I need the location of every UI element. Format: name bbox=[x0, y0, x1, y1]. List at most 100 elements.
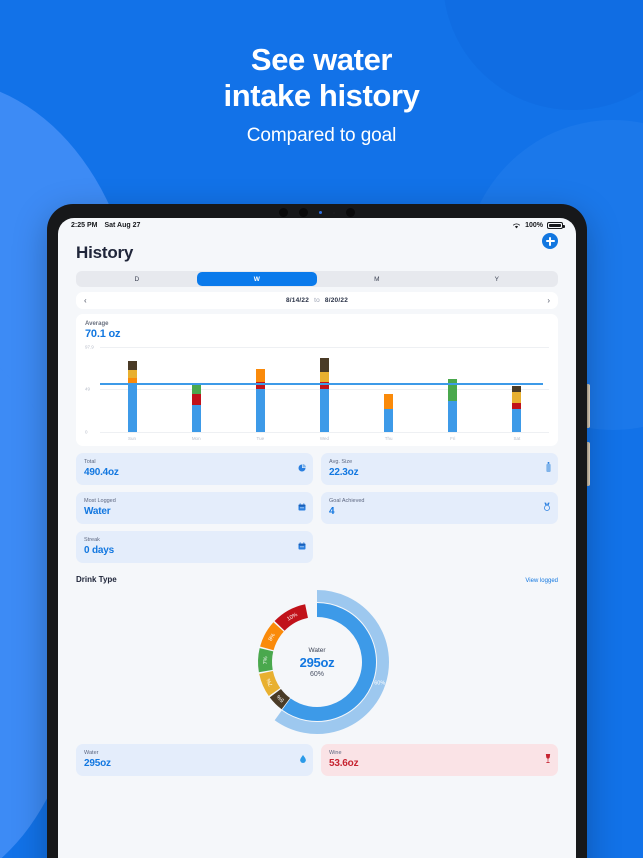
stat-card-label: Avg. Size bbox=[329, 459, 353, 465]
chart-bar-segment-juice bbox=[255, 368, 265, 382]
date-range-start: 8/14/22 bbox=[285, 297, 310, 304]
chart-bar-segment-tea bbox=[191, 385, 201, 394]
chart-bar-group[interactable]: Sun bbox=[100, 347, 164, 441]
chart-bar-group[interactable]: Tue bbox=[228, 347, 292, 441]
donut-outer-ring-label: 60% bbox=[374, 680, 385, 686]
status-bar-time: 2:25 PM bbox=[71, 222, 98, 229]
chart-bar-group[interactable]: Sat bbox=[485, 347, 549, 441]
chart-bar-segment-water bbox=[191, 405, 201, 432]
camera-sensor-icon bbox=[299, 208, 308, 217]
view-logged-link[interactable]: View logged bbox=[525, 578, 558, 584]
x-axis-tick-label: Thu bbox=[384, 436, 393, 441]
chart-bar-segment-wine bbox=[191, 393, 201, 406]
period-tab-m[interactable]: M bbox=[317, 272, 437, 286]
date-range-navigator: ‹ 8/14/22 to 8/20/22 › bbox=[76, 292, 558, 309]
front-camera-array bbox=[47, 207, 587, 218]
stat-card-streak[interactable]: Streak 0 days bbox=[76, 531, 313, 563]
stat-card-most-logged[interactable]: Most Logged Water bbox=[76, 492, 313, 524]
drink-type-header: Drink Type View logged bbox=[58, 563, 576, 584]
page-title: History bbox=[76, 243, 134, 262]
water-drop-icon bbox=[300, 750, 306, 768]
donut-svg: 60%5%7%7%8%10% bbox=[258, 590, 389, 734]
chart-bar-group[interactable]: Wed bbox=[292, 347, 356, 441]
chart-bar-segment-water bbox=[127, 385, 137, 432]
drink-type-title: Drink Type bbox=[76, 575, 117, 584]
average-label: Average bbox=[85, 321, 109, 327]
period-tab-w[interactable]: W bbox=[197, 272, 317, 286]
stat-card-value: 0 days bbox=[84, 545, 114, 556]
date-range-label: 8/14/22 to 8/20/22 bbox=[87, 297, 548, 304]
stat-card-label: Goal Achieved bbox=[329, 498, 365, 504]
calendar-icon bbox=[298, 498, 306, 516]
marketing-headline: See water intake history Compared to goa… bbox=[0, 42, 643, 147]
battery-icon bbox=[547, 222, 565, 229]
chart-bar-segment-soda bbox=[319, 372, 329, 382]
add-entry-button[interactable] bbox=[542, 233, 558, 249]
donut-slice-water bbox=[282, 603, 376, 721]
page-header: History bbox=[58, 233, 576, 269]
chart-bar-segment-water bbox=[319, 389, 329, 432]
chart-bar bbox=[191, 385, 201, 432]
stat-card-value: 490.4oz bbox=[84, 467, 119, 478]
medal-icon bbox=[543, 498, 551, 516]
drink-item-water[interactable]: Water 295oz bbox=[76, 744, 313, 776]
chart-bar-group[interactable]: Fri bbox=[421, 347, 485, 441]
chart-bar bbox=[448, 379, 458, 432]
stat-card-avg-size[interactable]: Avg. Size 22.3oz bbox=[321, 453, 558, 485]
donut-chart-wrap: 60% 5% 7% 7% 8% 10% Water 295oz 60% bbox=[58, 588, 576, 736]
drink-item-label: Wine bbox=[329, 750, 342, 756]
stat-card-goal-achieved[interactable]: Goal Achieved 4 bbox=[321, 492, 558, 524]
y-axis-tick-label: 49 bbox=[85, 386, 91, 392]
next-period-button[interactable]: › bbox=[547, 296, 550, 305]
stat-card-value: Water bbox=[84, 506, 111, 517]
period-segmented-control[interactable]: DWMY bbox=[76, 271, 558, 287]
camera-microphone-icon bbox=[333, 211, 335, 214]
drink-item-wine[interactable]: Wine 53.6oz bbox=[321, 744, 558, 776]
headline-line-1: See water bbox=[250, 42, 393, 77]
stat-card-label: Most Logged bbox=[84, 498, 116, 504]
wine-glass-icon bbox=[545, 750, 551, 768]
drink-item-label: Water bbox=[84, 750, 99, 756]
device-button-volume-down[interactable] bbox=[587, 442, 590, 486]
stat-card-total[interactable]: Total 490.4oz bbox=[76, 453, 313, 485]
stat-card-value: 22.3oz bbox=[329, 467, 359, 478]
calendar-icon bbox=[298, 537, 306, 555]
chart-gridline bbox=[100, 432, 549, 433]
chart-bar-segment-tea bbox=[448, 379, 458, 401]
device-button-volume-up[interactable] bbox=[587, 384, 590, 428]
headline-subtitle: Compared to goal bbox=[246, 125, 397, 146]
stat-card-label: Total bbox=[84, 459, 96, 465]
headline-line-2: intake history bbox=[223, 78, 420, 113]
status-bar-date: Sat Aug 27 bbox=[104, 222, 141, 229]
x-axis-tick-label: Fri bbox=[450, 436, 456, 441]
x-axis-tick-label: Mon bbox=[191, 436, 201, 441]
stacked-bar-chart[interactable]: 97.9 49 0 Sun Mon Tue Wed Thu Fri Sat bbox=[85, 344, 549, 442]
chart-bar-segment-juice bbox=[384, 393, 394, 409]
date-range-end: 8/20/22 bbox=[324, 297, 349, 304]
chart-bars: Sun Mon Tue Wed Thu Fri Sat bbox=[100, 347, 549, 441]
period-tab-y[interactable]: Y bbox=[437, 272, 557, 286]
battery-percent-label: 100% bbox=[525, 222, 543, 229]
intake-chart-card: Average 70.1 oz 97.9 49 0 Sun Mon Tue Wed Thu Fr… bbox=[76, 314, 558, 446]
camera-lens-icon bbox=[279, 208, 288, 217]
x-axis-tick-label: Tue bbox=[256, 436, 265, 441]
drink-type-donut-chart[interactable]: 60% 5% 7% 7% 8% 10% Water 295oz 60% bbox=[243, 588, 391, 736]
average-value: 70.1 oz bbox=[85, 328, 121, 340]
drink-item-value: 295oz bbox=[84, 758, 111, 769]
chart-bar bbox=[319, 358, 329, 432]
drink-item-value: 53.6oz bbox=[329, 758, 359, 769]
chart-bar-group[interactable]: Thu bbox=[357, 347, 421, 441]
chart-bar bbox=[255, 368, 265, 432]
y-axis-tick-label: 97.9 bbox=[85, 344, 94, 350]
tablet-device-frame: 2:25 PM Sat Aug 27 100% History DWMY ‹ 8… bbox=[47, 204, 590, 858]
camera-indicator-led-icon bbox=[319, 211, 322, 214]
chart-bar-group[interactable]: Mon bbox=[164, 347, 228, 441]
camera-lens-secondary-icon bbox=[346, 208, 355, 217]
chart-bar-segment-water bbox=[384, 408, 394, 432]
wifi-icon bbox=[513, 223, 521, 229]
pie-chart-icon bbox=[298, 459, 306, 477]
period-tab-d[interactable]: D bbox=[77, 272, 197, 286]
chart-bar-segment-water bbox=[512, 408, 522, 432]
date-range-connector: to bbox=[314, 297, 320, 304]
stat-card-value: 4 bbox=[329, 506, 335, 517]
